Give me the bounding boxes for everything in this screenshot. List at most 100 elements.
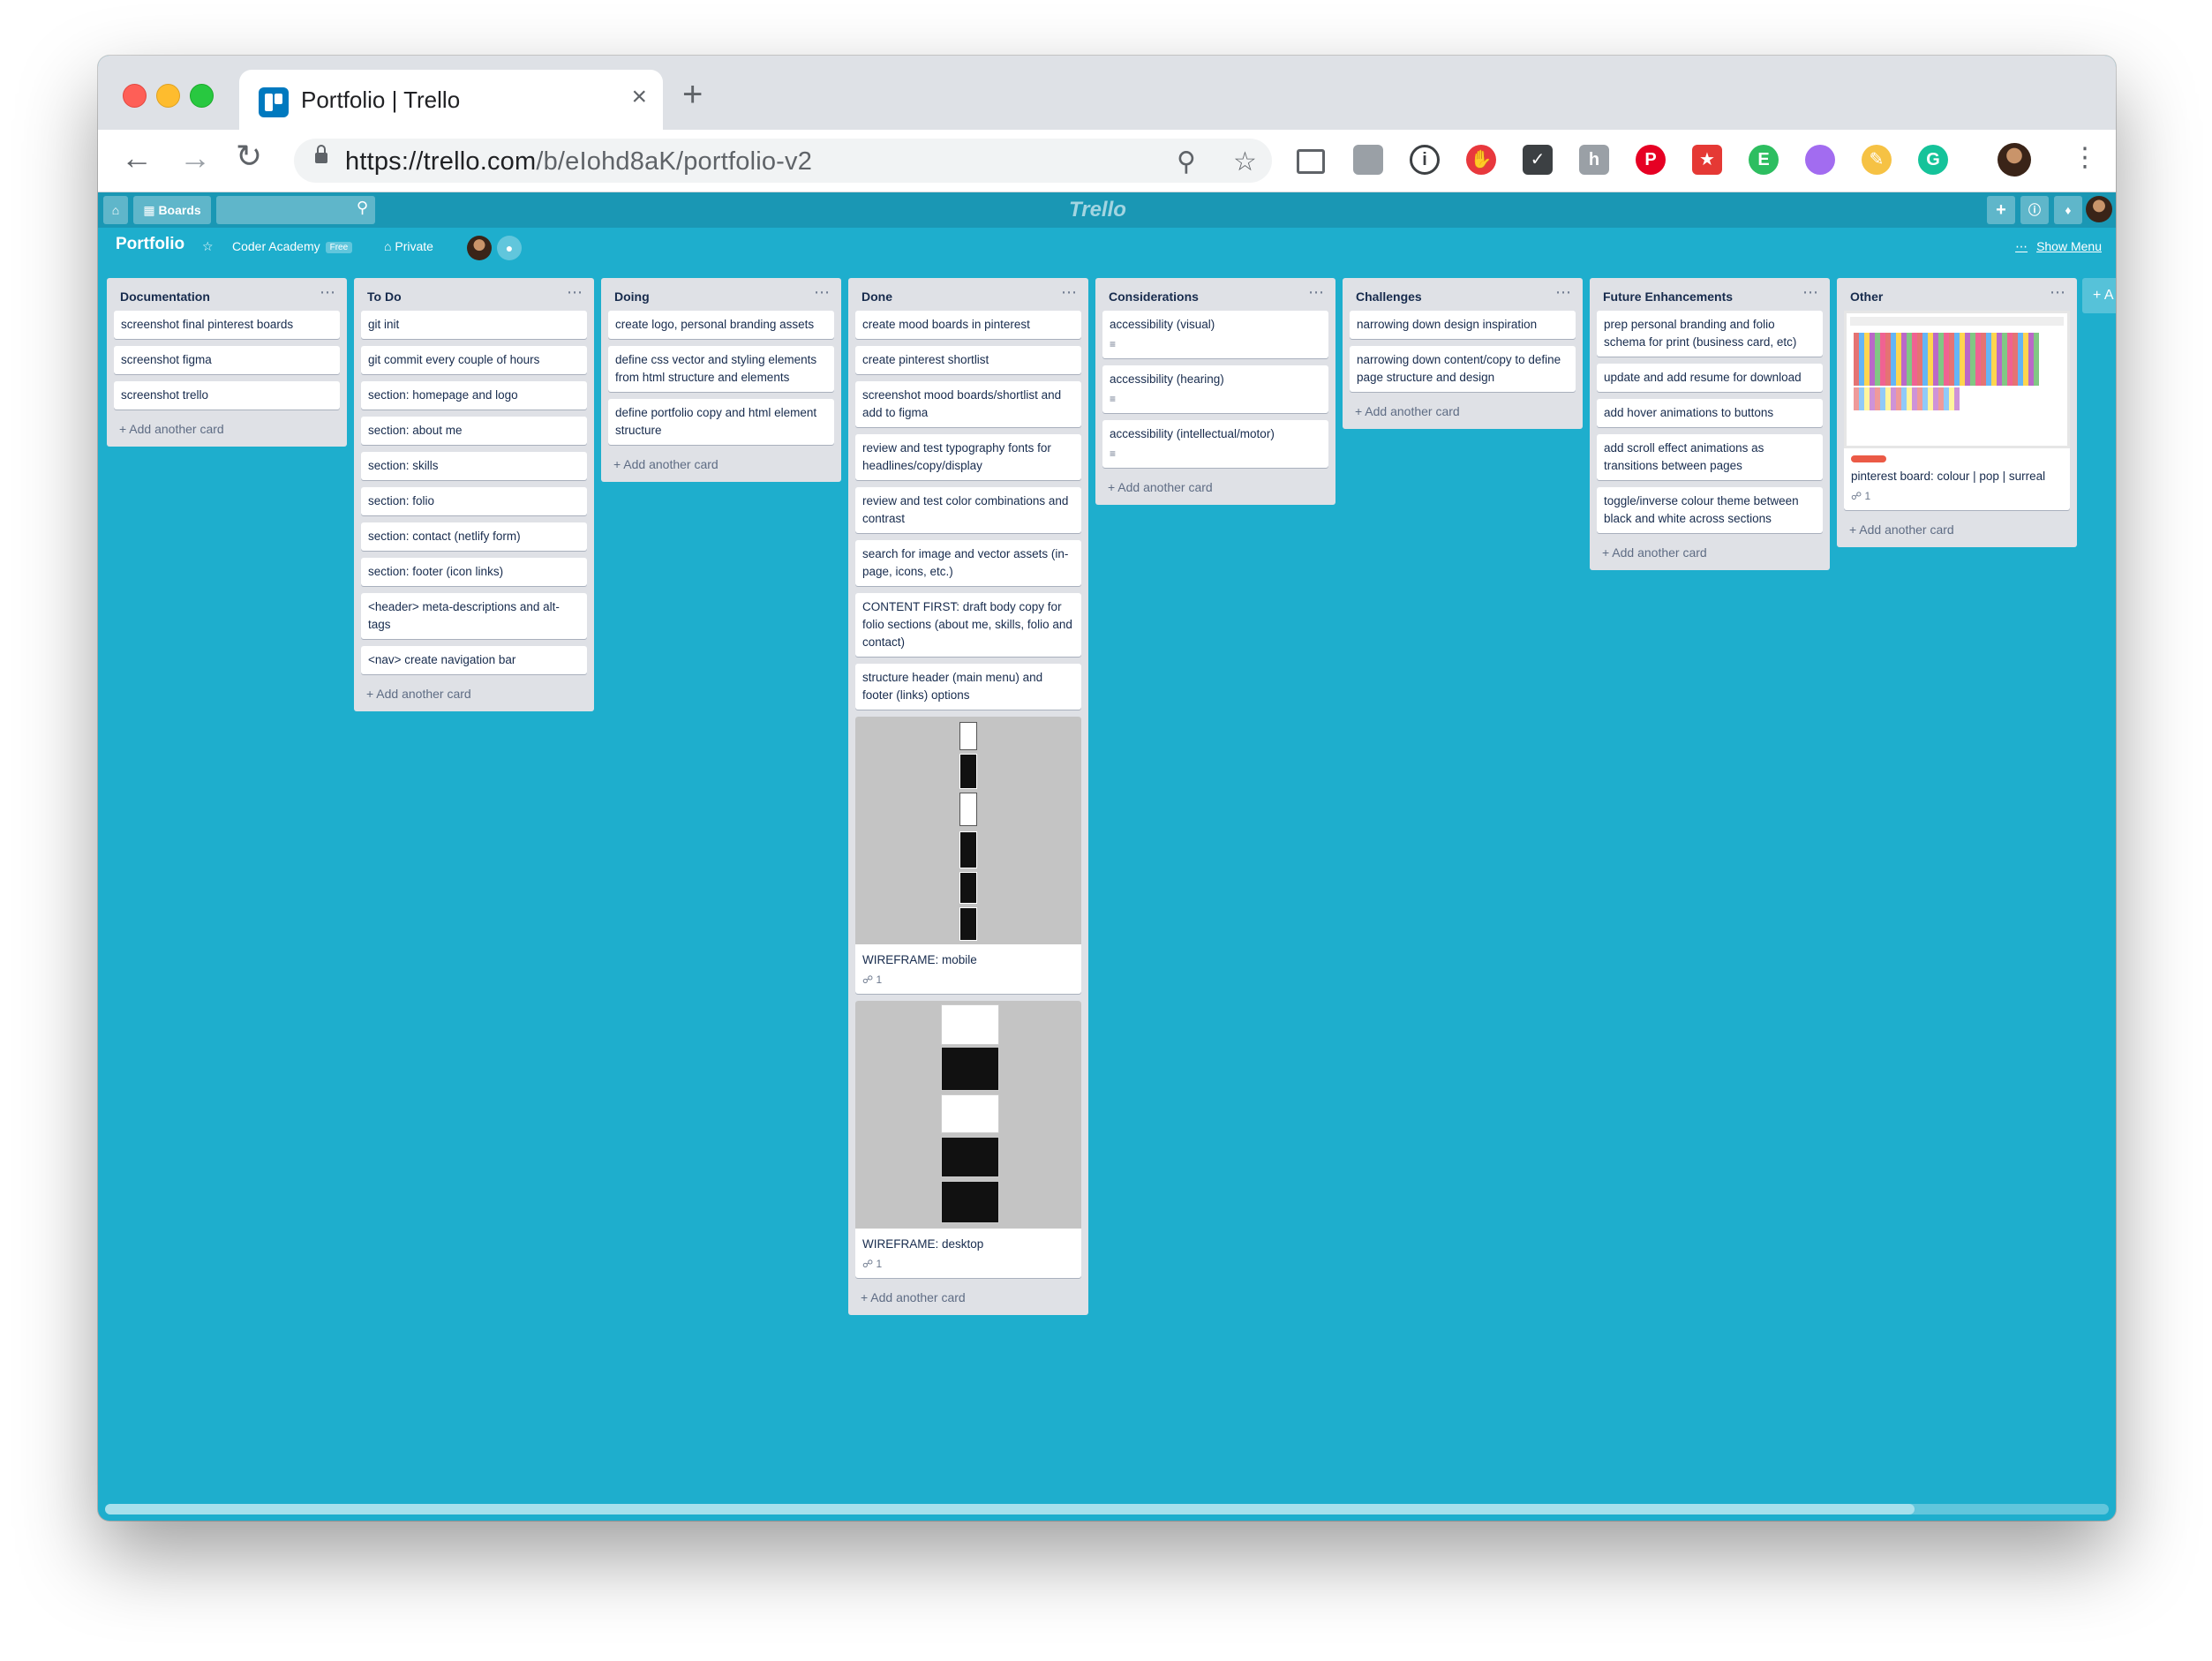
list-title[interactable]: Other — [1850, 289, 1883, 304]
card[interactable]: accessibility (visual) ≡ — [1102, 311, 1328, 358]
browser-tab[interactable]: Portfolio | Trello × — [239, 70, 663, 130]
card[interactable]: screenshot final pinterest boards — [114, 311, 340, 339]
maximize-window-button[interactable] — [190, 84, 214, 108]
red-label[interactable] — [1851, 455, 1886, 462]
evernote-icon[interactable]: E — [1749, 145, 1779, 175]
boards-button[interactable]: ▦ Boards — [133, 196, 211, 224]
bookmark-extension-icon[interactable]: ★ — [1692, 145, 1722, 175]
card[interactable]: review and test color combinations and c… — [855, 487, 1081, 533]
card[interactable]: <header> meta-descriptions and alt-tags — [361, 593, 587, 639]
add-card-button[interactable]: + Add another card — [107, 417, 347, 445]
card[interactable]: section: contact (netlify form) — [361, 522, 587, 551]
reload-icon[interactable]: ↻ — [236, 140, 262, 172]
grammarly-icon[interactable]: G — [1918, 145, 1948, 175]
list-menu-icon[interactable]: ⋯ — [320, 283, 336, 302]
card[interactable]: toggle/inverse colour theme between blac… — [1597, 487, 1823, 533]
card[interactable]: screenshot trello — [114, 381, 340, 410]
card[interactable]: narrowing down content/copy to define pa… — [1350, 346, 1576, 392]
profile-avatar[interactable] — [1998, 143, 2031, 177]
team-button[interactable]: Coder Academy Free — [232, 239, 353, 253]
tab-close-icon[interactable]: × — [631, 82, 647, 112]
card[interactable]: accessibility (hearing) ≡ — [1102, 365, 1328, 413]
card[interactable]: create logo, personal branding assets — [608, 311, 834, 339]
card[interactable]: define portfolio copy and html element s… — [608, 399, 834, 445]
search-input[interactable]: ⚲ — [216, 196, 375, 224]
list-menu-icon[interactable]: ⋯ — [1308, 283, 1325, 302]
card[interactable]: create mood boards in pinterest — [855, 311, 1081, 339]
card[interactable]: prep personal branding and folio schema … — [1597, 311, 1823, 357]
notifications-icon[interactable]: ♦ — [2054, 196, 2082, 224]
board-title[interactable]: Portfolio — [116, 235, 184, 254]
card[interactable]: git init — [361, 311, 587, 339]
card[interactable]: section: about me — [361, 417, 587, 445]
card[interactable]: add scroll effect animations as transiti… — [1597, 434, 1823, 480]
add-card-button[interactable]: + Add another card — [1837, 517, 2077, 545]
card[interactable]: section: skills — [361, 452, 587, 480]
card[interactable]: structure header (main menu) and footer … — [855, 664, 1081, 710]
zoom-icon[interactable]: ⚲ — [1177, 147, 1196, 177]
card[interactable]: CONTENT FIRST: draft body copy for folio… — [855, 593, 1081, 657]
star-icon[interactable]: ☆ — [202, 239, 214, 254]
info-icon[interactable]: ⓘ — [2020, 196, 2049, 224]
list-menu-icon[interactable]: ⋯ — [814, 283, 831, 302]
create-icon[interactable]: + — [1987, 196, 2015, 224]
close-window-button[interactable] — [123, 84, 147, 108]
browser-menu-icon[interactable]: ⋮ — [2072, 142, 2098, 173]
list-menu-icon[interactable]: ⋯ — [1802, 283, 1819, 302]
card[interactable]: section: homepage and logo — [361, 381, 587, 410]
extension-h-icon[interactable]: h — [1579, 145, 1609, 175]
card[interactable]: add hover animations to buttons — [1597, 399, 1823, 427]
horizontal-scrollbar[interactable] — [105, 1504, 2109, 1514]
camera-icon[interactable] — [1353, 145, 1383, 175]
add-card-button[interactable]: + Add another card — [848, 1285, 1088, 1313]
card[interactable]: screenshot mood boards/shortlist and add… — [855, 381, 1081, 427]
card[interactable]: define css vector and styling elements f… — [608, 346, 834, 392]
forward-icon[interactable]: → — [179, 142, 211, 174]
new-tab-button[interactable]: + — [682, 77, 703, 112]
cast-icon[interactable] — [1297, 149, 1325, 174]
home-icon[interactable]: ⌂ — [103, 196, 128, 224]
add-card-button[interactable]: + Add another card — [601, 452, 841, 480]
extension-broom-icon[interactable]: ✎ — [1862, 145, 1892, 175]
minimize-window-button[interactable] — [156, 84, 180, 108]
card[interactable]: <nav> create navigation bar — [361, 646, 587, 674]
list-title[interactable]: Doing — [614, 289, 650, 304]
list-menu-icon[interactable]: ⋯ — [1061, 283, 1078, 302]
onepassword-icon[interactable]: i — [1410, 145, 1440, 175]
add-card-button[interactable]: + Add another card — [354, 681, 594, 710]
card[interactable]: accessibility (intellectual/motor) ≡ — [1102, 420, 1328, 468]
url-text[interactable]: https://trello.com/b/eIohd8aK/portfolio-… — [345, 147, 812, 177]
card[interactable]: narrowing down design inspiration — [1350, 311, 1576, 339]
address-bar[interactable]: https://trello.com/b/eIohd8aK/portfolio-… — [294, 139, 1272, 183]
image-card-pinterest[interactable]: pinterest board: colour | pop | surreal … — [1844, 311, 2070, 510]
list-menu-icon[interactable]: ⋯ — [2050, 283, 2066, 302]
invite-member-icon[interactable]: ● — [497, 236, 522, 260]
show-menu-button[interactable]: ⋯ Show Menu — [2015, 239, 2102, 254]
trello-logo[interactable]: Trello — [1069, 198, 1126, 222]
list-title[interactable]: Documentation — [120, 289, 210, 304]
card[interactable]: update and add resume for download — [1597, 364, 1823, 392]
card[interactable]: search for image and vector assets (in-p… — [855, 540, 1081, 586]
image-card-mobile-wireframe[interactable]: WIREFRAME: mobile ☍ 1 — [855, 717, 1081, 994]
board-member-avatar[interactable] — [467, 236, 492, 260]
scrollbar-thumb[interactable] — [105, 1504, 1915, 1514]
pocket-icon[interactable]: ✓ — [1523, 145, 1553, 175]
member-avatar[interactable] — [2086, 196, 2112, 222]
add-card-button[interactable]: + Add another card — [1095, 475, 1335, 503]
list-title[interactable]: Future Enhancements — [1603, 289, 1733, 304]
card[interactable]: screenshot figma — [114, 346, 340, 374]
pinterest-icon[interactable]: P — [1636, 145, 1666, 175]
list-menu-icon[interactable]: ⋯ — [1555, 283, 1572, 302]
image-card-desktop-wireframe[interactable]: WIREFRAME: desktop ☍ 1 — [855, 1001, 1081, 1278]
card[interactable]: git commit every couple of hours — [361, 346, 587, 374]
list-title[interactable]: Done — [861, 289, 892, 304]
add-list-button[interactable]: + A — [2082, 278, 2116, 313]
add-card-button[interactable]: + Add another card — [1343, 399, 1583, 427]
visibility-button[interactable]: ⌂ Private — [384, 239, 433, 253]
list-title[interactable]: To Do — [367, 289, 402, 304]
card[interactable]: review and test typography fonts for hea… — [855, 434, 1081, 480]
list-menu-icon[interactable]: ⋯ — [567, 283, 583, 302]
adblock-icon[interactable]: ✋ — [1466, 145, 1496, 175]
extension-swatch-icon[interactable] — [1805, 145, 1835, 175]
list-title[interactable]: Challenges — [1356, 289, 1422, 304]
